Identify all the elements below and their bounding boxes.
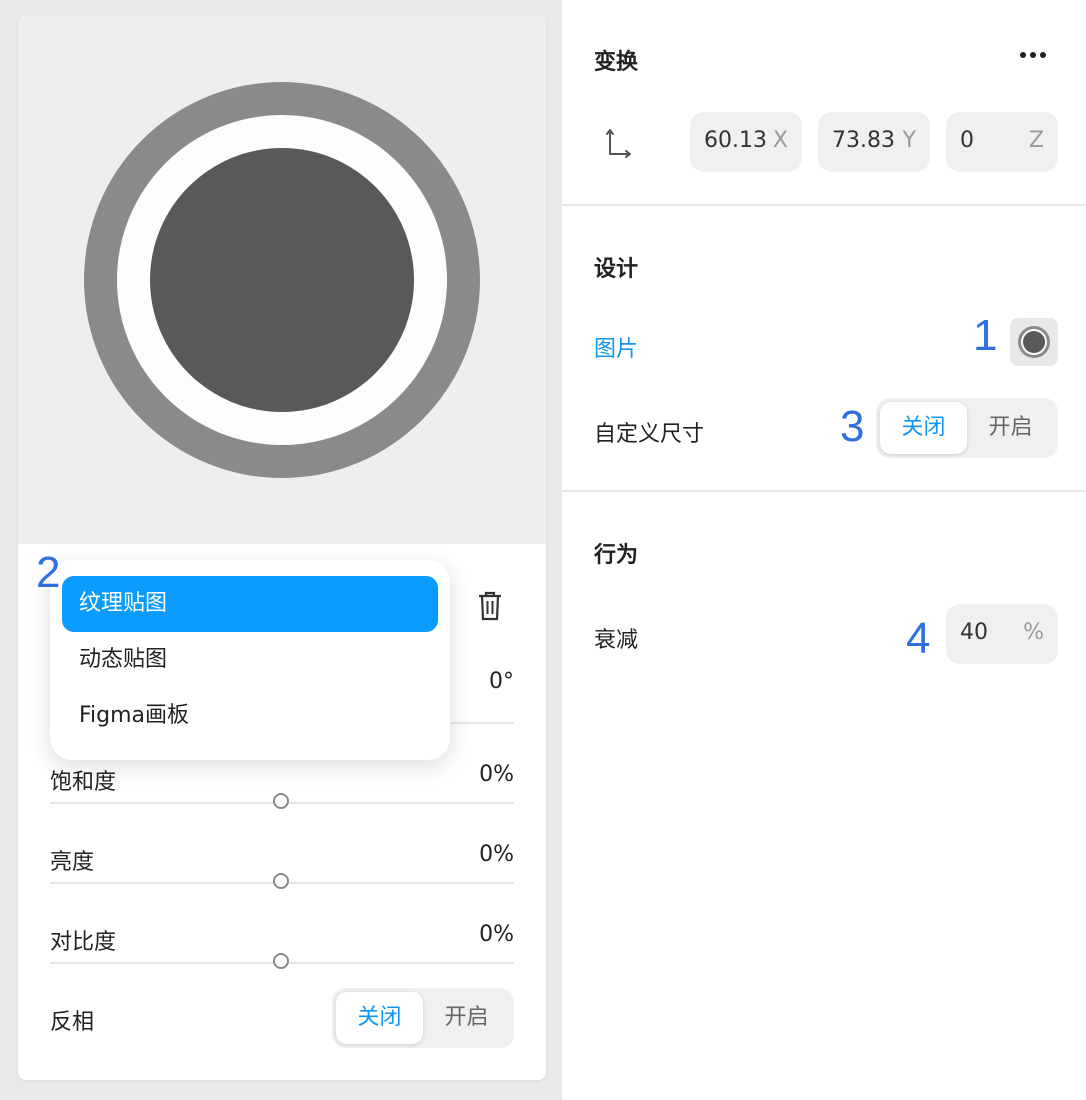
position-x-field[interactable]: 60.13 X	[690, 112, 802, 172]
section-divider	[562, 490, 1086, 492]
trash-icon[interactable]	[476, 590, 504, 622]
invert-on-option[interactable]: 开启	[423, 992, 510, 1044]
custom-size-label: 自定义尺寸	[594, 422, 705, 447]
preview-image	[84, 82, 480, 478]
design-section-title: 设计	[594, 257, 639, 282]
dropdown-item-figma-frame[interactable]: Figma画板	[62, 688, 438, 744]
saturation-value: 0%	[479, 762, 514, 787]
image-settings-card: 0° 饱和度 0% 亮度 0% 对比度 0% 反相 关闭 开启	[18, 16, 546, 1080]
section-divider	[562, 204, 1086, 206]
position-z-axis-label: Z	[1028, 128, 1044, 153]
callout-marker-2: 2	[36, 548, 61, 597]
invert-off-option[interactable]: 关闭	[336, 992, 423, 1044]
behavior-section-title: 行为	[594, 543, 639, 568]
brightness-label: 亮度	[50, 850, 95, 875]
image-preview	[18, 16, 546, 544]
saturation-slider-knob[interactable]	[273, 793, 289, 809]
axes-icon	[602, 126, 636, 160]
brightness-row: 亮度 0%	[50, 842, 514, 914]
position-y-value[interactable]: 73.83	[832, 128, 895, 153]
position-y-field[interactable]: 73.83 Y	[818, 112, 930, 172]
custom-size-on-option[interactable]: 开启	[967, 402, 1054, 454]
image-thumbnail[interactable]	[1010, 318, 1058, 366]
saturation-row: 饱和度 0%	[50, 762, 514, 834]
more-icon[interactable]	[1018, 50, 1048, 60]
dropdown-item-texture[interactable]: 纹理贴图	[62, 576, 438, 632]
contrast-slider-knob[interactable]	[273, 953, 289, 969]
contrast-label: 对比度	[50, 930, 117, 955]
contrast-value: 0%	[479, 922, 514, 947]
custom-size-toggle: 关闭 开启	[876, 398, 1058, 458]
custom-size-off-option[interactable]: 关闭	[880, 402, 967, 454]
callout-marker-4: 4	[906, 614, 931, 663]
invert-label: 反相	[50, 1010, 95, 1035]
position-z-field[interactable]: 0 Z	[946, 112, 1058, 172]
hue-value: 0°	[489, 669, 514, 694]
position-z-value[interactable]: 0	[960, 128, 974, 153]
texture-type-dropdown: 纹理贴图 动态贴图 Figma画板	[50, 560, 450, 760]
decay-value[interactable]: 40	[960, 620, 988, 645]
position-y-axis-label: Y	[900, 128, 916, 153]
brightness-slider-knob[interactable]	[273, 873, 289, 889]
transform-section-title: 变换	[594, 50, 639, 75]
callout-marker-1: 1	[973, 311, 998, 360]
saturation-label: 饱和度	[50, 770, 117, 795]
decay-label: 衰减	[594, 628, 639, 653]
contrast-row: 对比度 0%	[50, 922, 514, 994]
dropdown-item-dynamic[interactable]: 动态贴图	[62, 632, 438, 688]
brightness-value: 0%	[479, 842, 514, 867]
position-x-axis-label: X	[772, 128, 788, 153]
image-link[interactable]: 图片	[594, 331, 638, 363]
decay-unit: %	[1023, 620, 1044, 645]
decay-field[interactable]: 40 %	[946, 604, 1058, 664]
callout-marker-3: 3	[840, 402, 865, 451]
inspector-panel: 变换 60.13 X 73.83 Y 0 Z 设计 图片 1 自定义尺寸 3 关…	[562, 0, 1086, 1100]
invert-toggle: 关闭 开启	[332, 988, 514, 1048]
position-x-value[interactable]: 60.13	[704, 128, 767, 153]
